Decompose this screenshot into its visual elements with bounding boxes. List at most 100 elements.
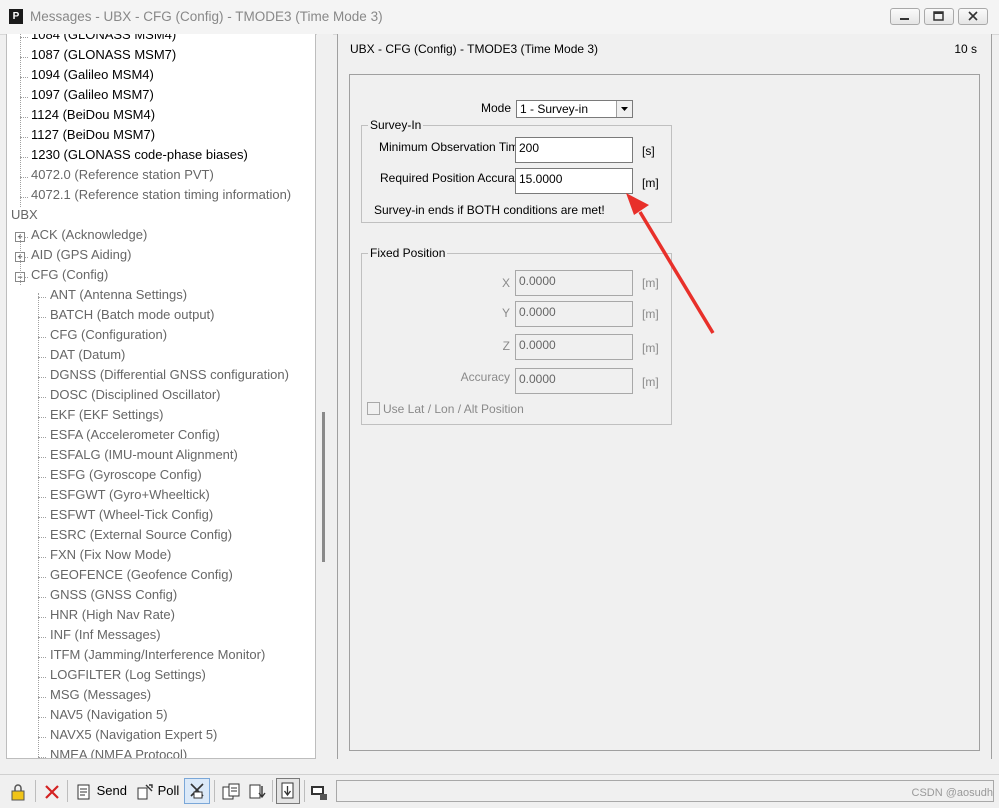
min-obs-time-unit: [s] xyxy=(642,144,655,158)
load-button[interactable] xyxy=(221,779,241,803)
send-label: Send xyxy=(96,783,127,798)
watermark: CSDN @aosudh xyxy=(911,787,993,799)
mode-select[interactable]: 1 - Survey-in xyxy=(516,100,633,118)
tree-connector xyxy=(38,417,46,418)
restore-button[interactable] xyxy=(924,8,954,25)
min-obs-time-input[interactable]: 200 xyxy=(515,137,633,163)
tree-item[interactable]: ESFGWT (Gyro+Wheeltick) xyxy=(50,487,210,502)
tree-item[interactable]: DOSC (Disciplined Oscillator) xyxy=(50,387,220,402)
tree-item[interactable]: ESFALG (IMU-mount Alignment) xyxy=(50,447,238,462)
tree-item[interactable]: NAV5 (Navigation 5) xyxy=(50,707,168,722)
x-unit: [m] xyxy=(642,276,659,290)
messages-window: P Messages - UBX - CFG (Config) - TMODE3… xyxy=(0,0,999,808)
device-button[interactable] xyxy=(309,779,329,803)
tree-item[interactable]: GNSS (GNSS Config) xyxy=(50,587,177,602)
req-pos-acc-unit: [m] xyxy=(642,176,659,190)
lock-button[interactable] xyxy=(9,779,27,803)
tree-item[interactable]: FXN (Fix Now Mode) xyxy=(50,547,171,562)
accuracy-input: 0.0000 xyxy=(515,368,633,394)
config-frame: Mode 1 - Survey-in Survey-In Minimum Obs… xyxy=(349,74,980,751)
save-button[interactable] xyxy=(248,779,268,803)
accuracy-unit: [m] xyxy=(642,375,659,389)
req-pos-acc-input[interactable]: 15.0000 xyxy=(515,168,633,194)
load-file-icon xyxy=(222,783,240,800)
send-icon xyxy=(77,784,90,800)
message-tree[interactable]: 1084 (GLONASS MSM4) 1087 (GLONASS MSM7) 10… xyxy=(6,34,316,759)
tree-item[interactable]: BATCH (Batch mode output) xyxy=(50,307,215,322)
y-label: Y xyxy=(501,306,510,320)
poll-button[interactable]: Poll xyxy=(136,779,179,803)
tree-connector xyxy=(38,397,46,398)
title-bar[interactable]: P Messages - UBX - CFG (Config) - TMODE3… xyxy=(0,0,999,35)
tree-item[interactable]: UBX xyxy=(11,207,38,222)
tree-connector xyxy=(20,77,28,78)
tree-item[interactable]: ESRC (External Source Config) xyxy=(50,527,232,542)
send-button[interactable]: Send xyxy=(75,779,127,803)
tree-connector xyxy=(38,357,46,358)
tree-connector xyxy=(20,157,28,158)
tree-item[interactable]: GEOFENCE (Geofence Config) xyxy=(50,567,233,582)
tree-item[interactable]: ESFA (Accelerometer Config) xyxy=(50,427,220,442)
tree-item[interactable]: DAT (Datum) xyxy=(50,347,125,362)
tree-connector xyxy=(38,657,46,658)
tree-item[interactable]: 4072.0 (Reference station PVT) xyxy=(31,167,214,182)
tree-connector xyxy=(38,337,46,338)
use-lla-checkbox xyxy=(367,402,380,415)
tree-vertical-connector xyxy=(20,34,21,207)
export-button[interactable] xyxy=(276,778,300,804)
tree-connector xyxy=(38,457,46,458)
tree-item[interactable]: CFG (Configuration) xyxy=(50,327,167,342)
autopoll-button[interactable] xyxy=(184,778,210,804)
tree-connector xyxy=(38,637,46,638)
chevron-down-icon xyxy=(621,107,628,111)
tree-item[interactable]: 1094 (Galileo MSM4) xyxy=(31,67,154,82)
tree-item[interactable]: 1127 (BeiDou MSM7) xyxy=(31,127,155,142)
tree-connector xyxy=(38,597,46,598)
tree-item[interactable]: 1097 (Galileo MSM7) xyxy=(31,87,154,102)
panel-header: UBX - CFG (Config) - TMODE3 (Time Mode 3… xyxy=(350,42,599,56)
poll-icon xyxy=(137,783,153,800)
toolbar-separator xyxy=(272,780,273,802)
fixed-position-title: Fixed Position xyxy=(368,246,448,260)
tree-item[interactable]: ITFM (Jamming/Interference Monitor) xyxy=(50,647,265,662)
survey-in-group: Survey-In Minimum Observation Time 200 [… xyxy=(361,118,672,223)
tree-item[interactable]: 1124 (BeiDou MSM4) xyxy=(31,107,155,122)
clear-button[interactable] xyxy=(43,779,61,803)
tree-connector xyxy=(20,57,28,58)
tree-scrollbar[interactable] xyxy=(317,34,333,759)
tree-item[interactable]: ANT (Antenna Settings) xyxy=(50,287,187,302)
poll-label: Poll xyxy=(157,783,180,798)
close-icon xyxy=(968,11,978,21)
tree-item[interactable]: ACK (Acknowledge) xyxy=(31,227,147,242)
tree-item[interactable]: ESFG (Gyroscope Config) xyxy=(50,467,202,482)
tree-item[interactable]: INF (Inf Messages) xyxy=(50,627,161,642)
tree-item[interactable]: NAVX5 (Navigation Expert 5) xyxy=(50,727,217,742)
lock-icon xyxy=(11,783,25,801)
tree-item[interactable]: NMEA (NMEA Protocol) xyxy=(50,747,187,758)
mode-dropdown-button[interactable] xyxy=(616,101,632,117)
toolbar-separator xyxy=(67,780,68,802)
toolbar-separator xyxy=(214,780,215,802)
bottom-toolbar: Send Poll CSDN @aosudh xyxy=(0,774,999,808)
tree-item[interactable]: 1084 (GLONASS MSM4) xyxy=(31,34,176,42)
tree-item[interactable]: AID (GPS Aiding) xyxy=(31,247,131,262)
tree-item[interactable]: EKF (EKF Settings) xyxy=(50,407,163,422)
autopoll-icon xyxy=(190,783,204,799)
tree-item[interactable]: LOGFILTER (Log Settings) xyxy=(50,667,206,682)
minimize-button[interactable] xyxy=(890,8,920,25)
tree-item[interactable]: CFG (Config) xyxy=(31,267,108,282)
tree-scrollbar-thumb[interactable] xyxy=(322,412,325,562)
tree-connector xyxy=(38,537,46,538)
tree-connector xyxy=(38,697,46,698)
tree-item[interactable]: 1087 (GLONASS MSM7) xyxy=(31,47,176,62)
tree-connector xyxy=(38,437,46,438)
tree-connector xyxy=(38,557,46,558)
tree-item[interactable]: HNR (High Nav Rate) xyxy=(50,607,175,622)
tree-item[interactable]: ESFWT (Wheel-Tick Config) xyxy=(50,507,213,522)
tree-item[interactable]: 1230 (GLONASS code-phase biases) xyxy=(31,147,248,162)
close-button[interactable] xyxy=(958,8,988,25)
tree-item[interactable]: MSG (Messages) xyxy=(50,687,151,702)
tree-item[interactable]: DGNSS (Differential GNSS configuration) xyxy=(50,367,289,382)
tree-item[interactable]: 4072.1 (Reference station timing informa… xyxy=(31,187,291,202)
device-icon xyxy=(311,785,327,800)
